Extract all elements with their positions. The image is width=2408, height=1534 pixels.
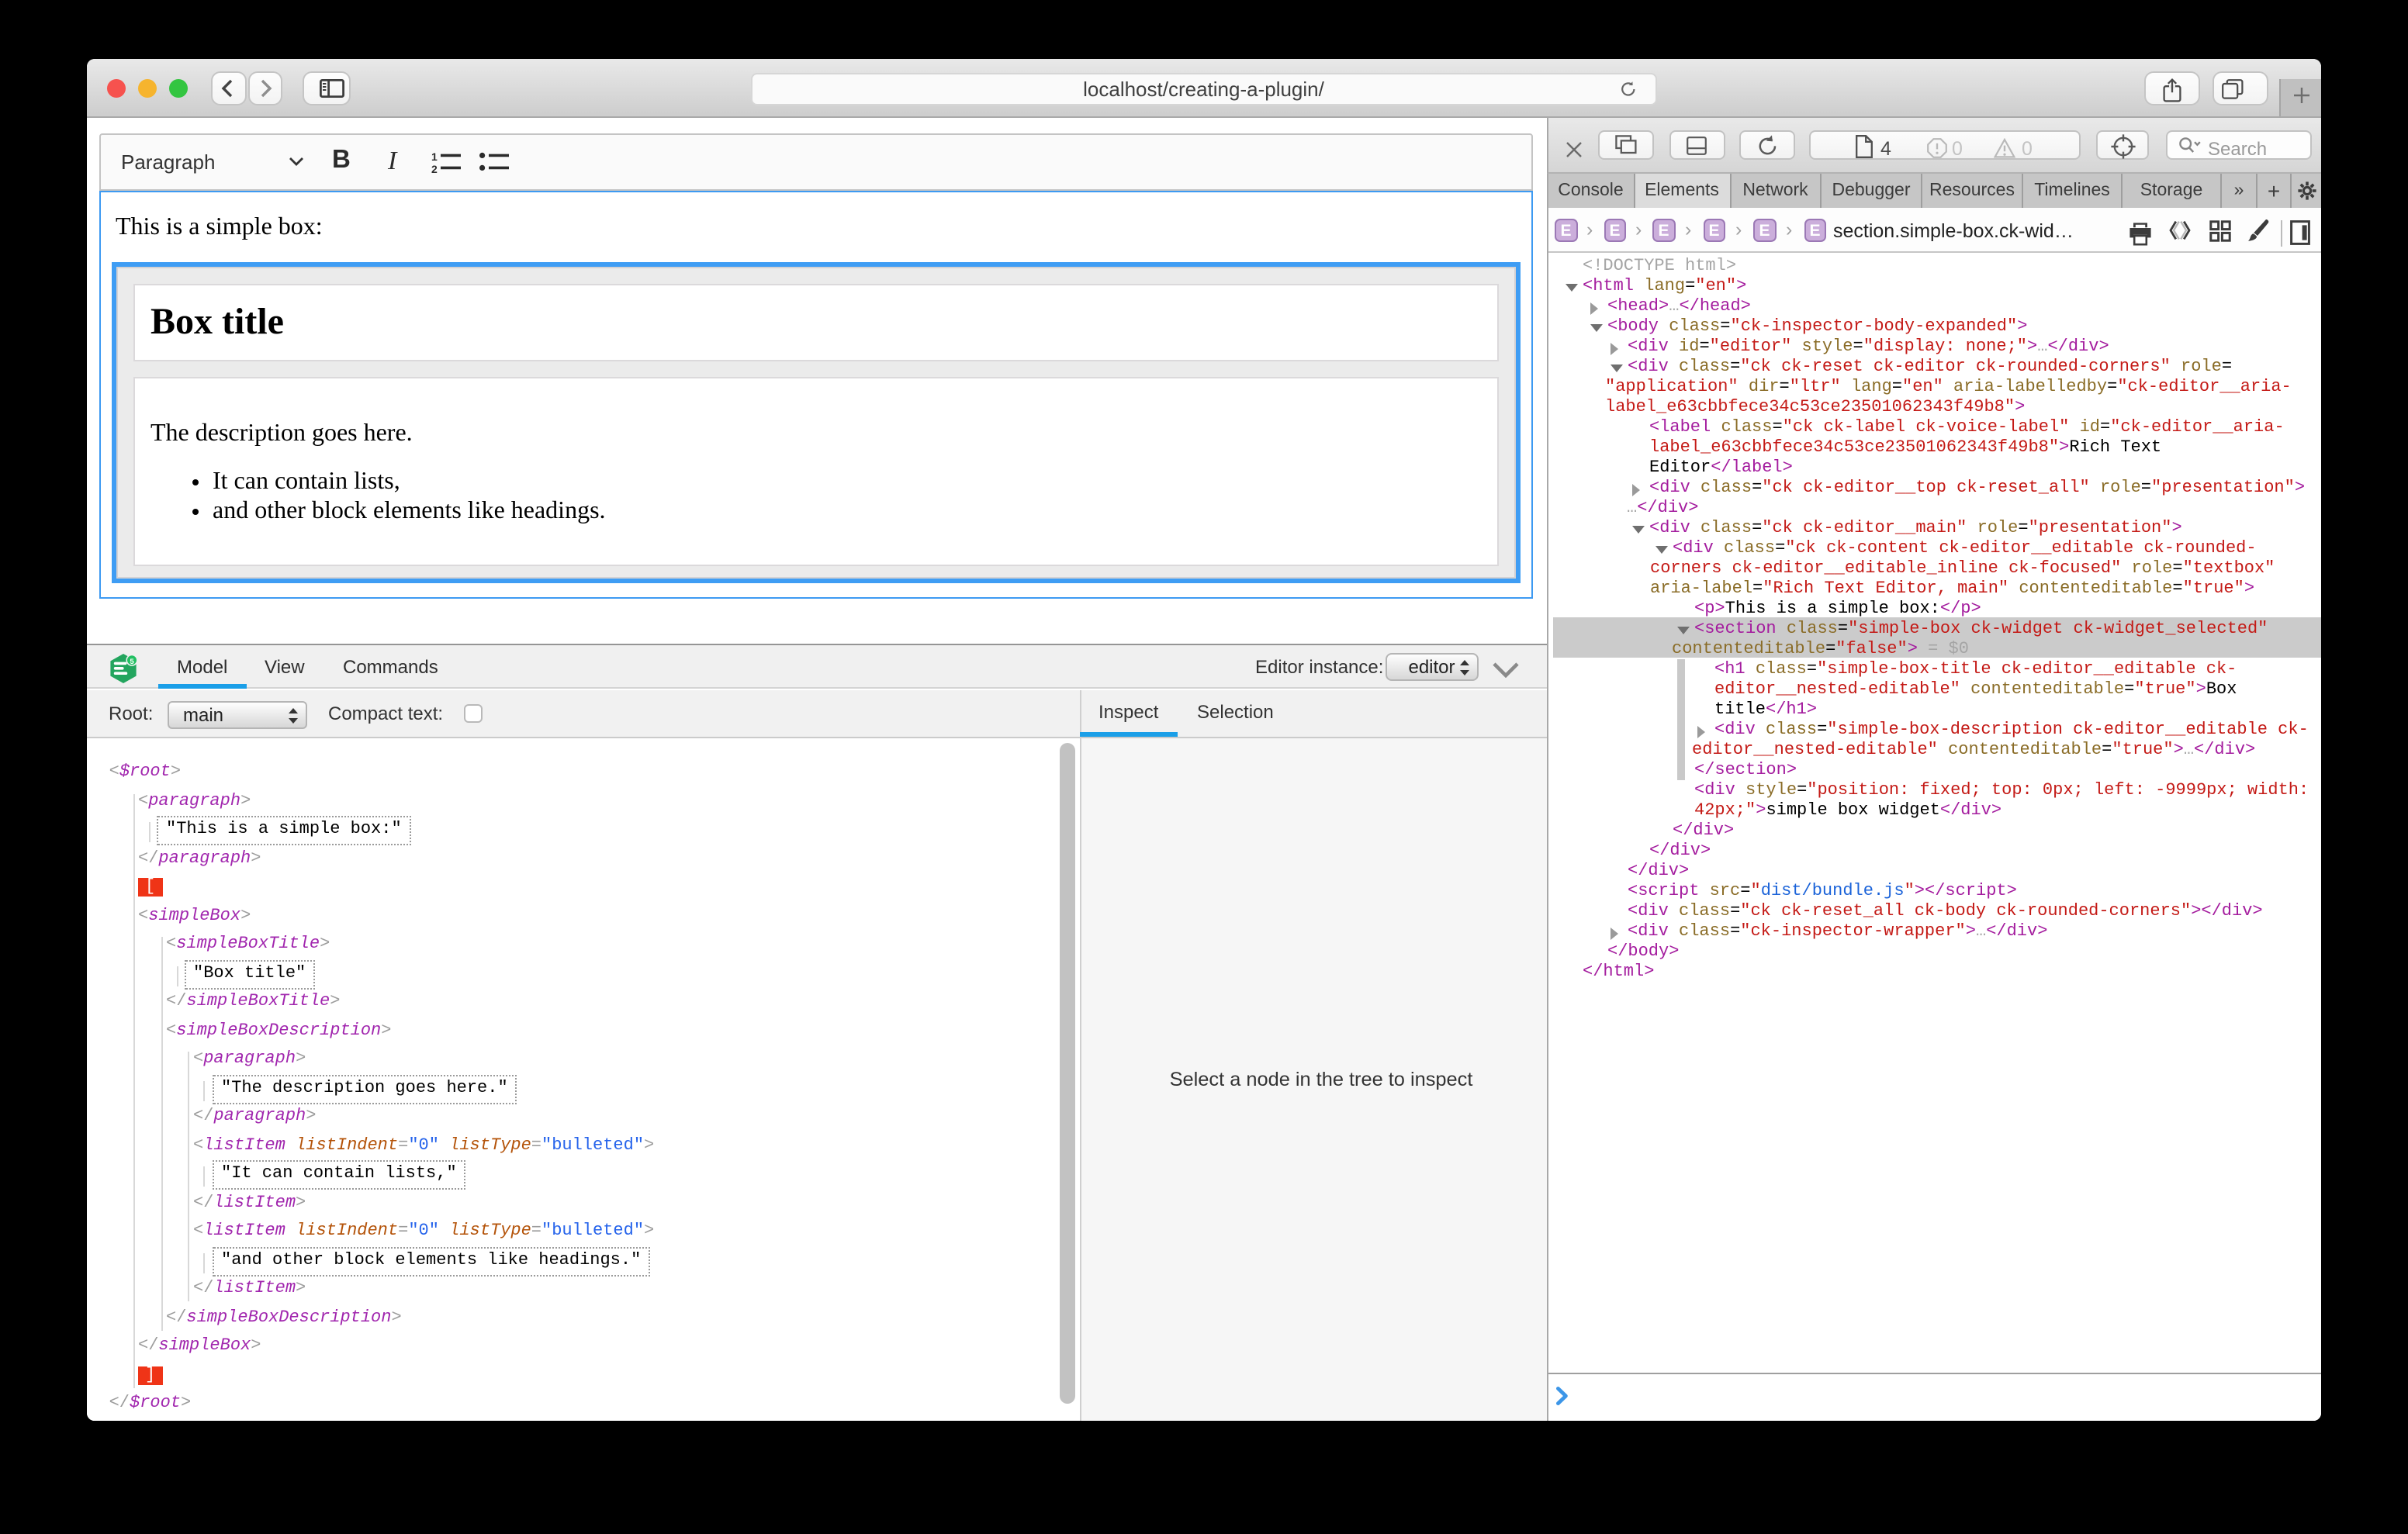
- svg-text:5: 5: [130, 657, 134, 665]
- svg-text:1: 1: [431, 150, 438, 162]
- svg-text:2: 2: [431, 162, 438, 173]
